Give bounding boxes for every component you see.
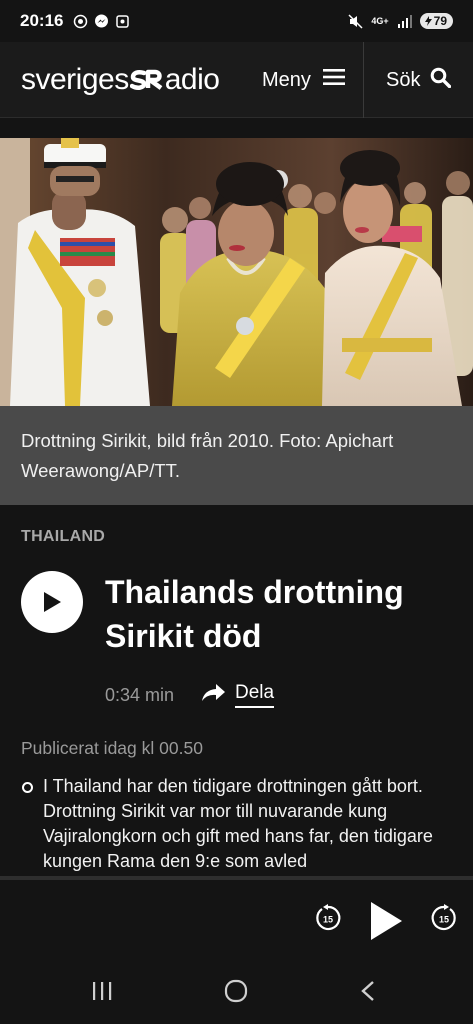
play-icon	[44, 592, 61, 612]
hamburger-icon	[322, 68, 345, 92]
article-play-button[interactable]	[21, 571, 83, 633]
sr-logo-mark-icon	[129, 67, 164, 93]
whatsapp-icon	[73, 14, 88, 29]
home-icon[interactable]	[224, 978, 248, 1009]
signal-icon	[397, 14, 412, 29]
battery-level: 79	[433, 14, 447, 28]
player-play-button[interactable]	[368, 900, 404, 942]
forward-seconds: 15	[439, 915, 449, 925]
image-caption: Drottning Sirikit, bild från 2010. Foto:…	[0, 406, 473, 505]
share-button[interactable]: Dela	[202, 682, 275, 708]
audio-duration: 0:34 min	[105, 685, 175, 705]
back-icon[interactable]	[360, 980, 376, 1007]
logo-text-left: sveriges	[21, 62, 129, 96]
article-headline: Thailands drottning Sirikit död	[105, 574, 404, 654]
battery-indicator: 79	[419, 13, 453, 29]
forward-icon: 15	[431, 904, 456, 931]
sveriges-radio-logo[interactable]: sveriges adio	[21, 62, 220, 97]
recent-apps-icon[interactable]	[91, 980, 113, 1007]
search-icon	[430, 67, 452, 94]
publish-date: Publicerat idag kl 00.50	[21, 738, 203, 758]
search-label: Sök	[386, 68, 421, 91]
rewind-15-button[interactable]: 15	[314, 904, 342, 932]
rewind-icon: 15	[316, 904, 341, 931]
search-button[interactable]: Sök	[386, 42, 452, 118]
header-divider	[363, 42, 364, 118]
play-icon	[371, 902, 402, 940]
status-time: 20:16	[20, 11, 64, 30]
royal-family-photo	[0, 138, 473, 406]
list-bullet	[22, 782, 33, 793]
forward-15-button[interactable]: 15	[430, 904, 458, 932]
menu-button[interactable]: Meny	[262, 42, 345, 118]
rewind-seconds: 15	[323, 915, 333, 925]
network-label: 4G+	[371, 15, 389, 26]
article-category[interactable]: THAILAND	[21, 528, 105, 546]
article-hero-image	[0, 138, 473, 406]
share-arrow-icon	[202, 684, 225, 706]
mute-icon	[348, 13, 363, 29]
share-label: Dela	[235, 682, 275, 708]
article-body: I Thailand har den tidigare drottningen …	[43, 776, 433, 871]
screenshot-icon	[115, 14, 130, 29]
messenger-icon	[94, 14, 109, 29]
battery-bolt-icon	[424, 16, 432, 26]
site-header: sveriges adio Meny Sök	[0, 42, 473, 118]
status-bar: 20:16 4G+ 79	[0, 0, 473, 42]
logo-text-right: adio	[164, 62, 220, 96]
menu-label: Meny	[262, 68, 311, 91]
